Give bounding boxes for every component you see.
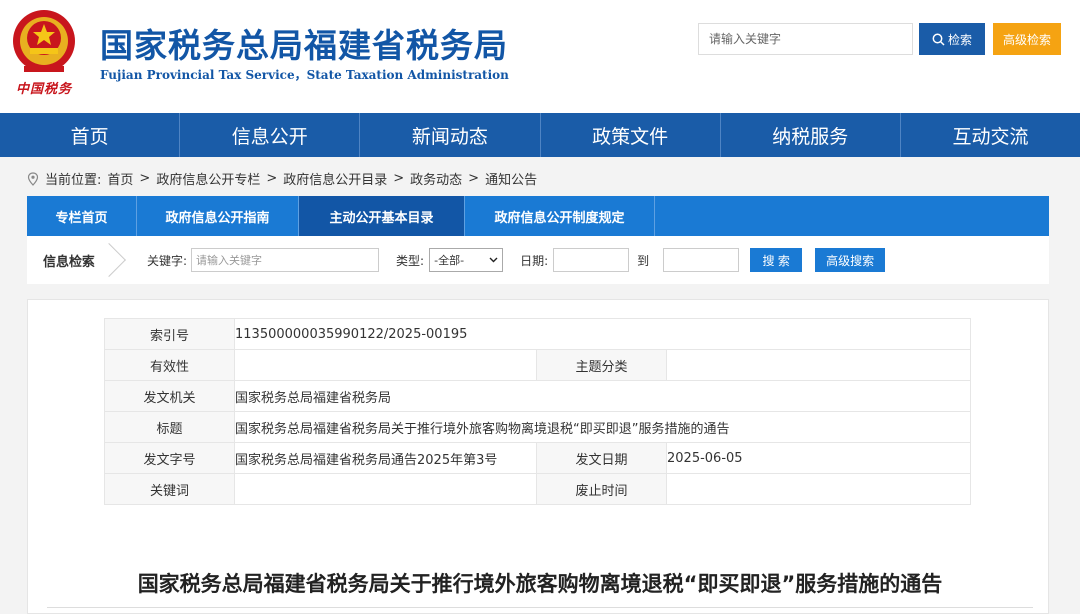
- table-row: 索引号 113500000035990122/2025-00195: [104, 318, 971, 350]
- date-label: 日期:: [520, 253, 549, 268]
- breadcrumb-item-gov-news[interactable]: 政务动态: [410, 169, 462, 188]
- nav-item-interaction[interactable]: 互动交流: [901, 113, 1080, 157]
- topic-label: 主题分类: [536, 349, 667, 381]
- breadcrumb-separator: >: [139, 171, 151, 186]
- type-select-value: -全部-: [434, 254, 465, 267]
- site-search-input[interactable]: [698, 23, 913, 55]
- topic-value: [666, 349, 971, 381]
- issuer-value: 国家税务总局福建省税务局: [234, 380, 971, 412]
- date-issued-value: 2025-06-05: [666, 442, 971, 474]
- title-value: 国家税务总局福建省税务局关于推行境外旅客购物离境退税“即买即退”服务措施的通告: [234, 411, 971, 443]
- tab-disclosure-rules[interactable]: 政府信息公开制度规定: [465, 196, 655, 236]
- table-row: 关键词 废止时间: [104, 473, 971, 505]
- site-search-button-label: 检索: [947, 32, 972, 47]
- title-label: 标题: [104, 411, 235, 443]
- nav-item-tax-service[interactable]: 纳税服务: [721, 113, 901, 157]
- table-row: 标题 国家税务总局福建省税务局关于推行境外旅客购物离境退税“即买即退”服务措施的…: [104, 411, 971, 443]
- breadcrumb-separator: >: [393, 171, 405, 186]
- divider: [47, 607, 1033, 608]
- nav-item-info-disclosure[interactable]: 信息公开: [180, 113, 361, 157]
- type-select[interactable]: -全部-: [429, 248, 504, 272]
- document-meta-table: 索引号 113500000035990122/2025-00195 有效性 主题…: [104, 318, 971, 505]
- keyword-label: 关键字:: [147, 253, 188, 268]
- expiry-label: 废止时间: [536, 473, 667, 505]
- advanced-search-filter-button[interactable]: 高级搜索: [815, 248, 886, 272]
- tab-basic-catalog[interactable]: 主动公开基本目录: [299, 196, 465, 236]
- info-search-title-label: 信息检索: [42, 254, 95, 270]
- issuer-label: 发文机关: [104, 380, 235, 412]
- site-search-button[interactable]: 检索: [919, 23, 985, 55]
- expiry-value: [666, 473, 971, 505]
- breadcrumb: 当前位置: 首页 > 政府信息公开专栏 > 政府信息公开目录 > 政务动态 > …: [27, 169, 537, 188]
- breadcrumb-item-notice[interactable]: 通知公告: [485, 169, 537, 188]
- info-search-title: 信息检索: [27, 236, 126, 284]
- breadcrumb-item-home[interactable]: 首页: [107, 169, 133, 188]
- keywords-value: [234, 473, 537, 505]
- nav-item-home[interactable]: 首页: [0, 113, 181, 157]
- national-emblem-icon: [13, 10, 75, 72]
- breadcrumb-separator: >: [468, 171, 480, 186]
- keyword-input[interactable]: [191, 248, 380, 272]
- search-icon: [932, 33, 945, 46]
- validity-label: 有效性: [104, 349, 235, 381]
- breadcrumb-separator: >: [266, 171, 278, 186]
- tab-disclosure-guide[interactable]: 政府信息公开指南: [137, 196, 299, 236]
- type-label: 类型:: [396, 253, 425, 268]
- docno-value: 国家税务总局福建省税务局通告2025年第3号: [234, 442, 537, 474]
- site-header: 中国税务 国家税务总局福建省税务局 Fujian Provincial Tax …: [0, 0, 1080, 113]
- table-row: 有效性 主题分类: [104, 349, 971, 381]
- article-title: 国家税务总局福建省税务局关于推行境外旅客购物离境退税“即买即退”服务措施的通告: [137, 572, 943, 596]
- docno-label: 发文字号: [104, 442, 235, 474]
- advanced-search-button[interactable]: 高级检索: [993, 23, 1061, 55]
- nav-item-news[interactable]: 新闻动态: [360, 113, 541, 157]
- keywords-label: 关键词: [104, 473, 235, 505]
- date-to-input[interactable]: [663, 248, 740, 272]
- table-row: 发文机关 国家税务总局福建省税务局: [104, 380, 971, 412]
- site-title[interactable]: 国家税务总局福建省税务局: [100, 19, 508, 67]
- info-search-bar: 信息检索 关键字: 类型: -全部- 日期: 到 搜 索 高级搜索: [27, 236, 1049, 284]
- breadcrumb-item-catalog[interactable]: 政府信息公开目录: [283, 169, 387, 188]
- table-row: 发文字号 国家税务总局福建省税务局通告2025年第3号 发文日期 2025-06…: [104, 442, 971, 474]
- search-button[interactable]: 搜 索: [750, 248, 803, 272]
- site-subtitle: Fujian Provincial Tax Service，State Taxa…: [100, 68, 509, 82]
- chevron-down-icon: [489, 257, 498, 263]
- breadcrumb-item-column[interactable]: 政府信息公开专栏: [156, 169, 260, 188]
- location-pin-icon: [27, 171, 39, 186]
- breadcrumb-prefix: 当前位置:: [45, 173, 102, 188]
- subnav: 专栏首页 政府信息公开指南 主动公开基本目录 政府信息公开制度规定: [27, 196, 1049, 236]
- logo-text: 中国税务: [16, 82, 73, 97]
- index-value: 113500000035990122/2025-00195: [234, 318, 971, 350]
- date-issued-label: 发文日期: [536, 442, 667, 474]
- validity-value: [234, 349, 537, 381]
- date-from-input[interactable]: [553, 248, 630, 272]
- date-to-label: 到: [637, 253, 650, 268]
- chevron-right-icon: [92, 243, 126, 277]
- tab-column-home[interactable]: 专栏首页: [27, 196, 137, 236]
- index-label: 索引号: [104, 318, 235, 350]
- nav-item-policy[interactable]: 政策文件: [541, 113, 721, 157]
- main-nav: 首页 信息公开 新闻动态 政策文件 纳税服务 互动交流: [0, 113, 1080, 157]
